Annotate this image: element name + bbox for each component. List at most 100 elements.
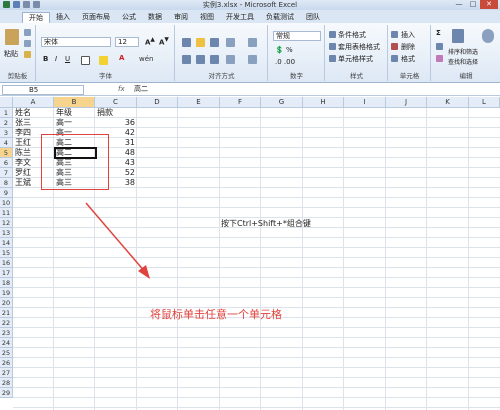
align-right-icon[interactable] <box>210 55 219 64</box>
copy-icon[interactable] <box>24 40 31 47</box>
tab-page-layout[interactable]: 页面布局 <box>76 12 116 23</box>
cell-a8[interactable]: 王斌 <box>15 178 31 188</box>
conditional-format-button[interactable]: 条件格式 <box>338 30 366 40</box>
cell-c2[interactable]: 36 <box>95 118 135 128</box>
orientation-icon[interactable] <box>226 38 235 47</box>
paste-icon[interactable] <box>5 29 19 45</box>
close-button[interactable]: ✕ <box>480 0 498 9</box>
row-header[interactable]: 5 <box>0 148 13 158</box>
row-header[interactable]: 19 <box>0 288 13 298</box>
cell-style-button[interactable]: 单元格样式 <box>338 54 373 64</box>
name-box[interactable]: B5 <box>2 85 84 95</box>
row-header[interactable]: 25 <box>0 348 13 358</box>
cell-a3[interactable]: 李四 <box>15 128 31 138</box>
row-header[interactable]: 2 <box>0 118 13 128</box>
insert-function-button[interactable]: fx <box>118 85 125 93</box>
column-header-l[interactable]: L <box>469 97 500 108</box>
tab-review[interactable]: 审阅 <box>168 12 194 23</box>
fill-icon[interactable] <box>436 43 443 50</box>
row-header[interactable]: 16 <box>0 258 13 268</box>
format-painter-icon[interactable] <box>24 51 31 58</box>
row-header[interactable]: 24 <box>0 338 13 348</box>
column-header-k[interactable]: K <box>427 97 469 108</box>
align-top-icon[interactable] <box>182 38 191 47</box>
number-format-select[interactable]: 常规 <box>273 31 321 41</box>
indent-decrease-icon[interactable] <box>226 55 235 64</box>
row-header[interactable]: 14 <box>0 238 13 248</box>
wrap-text-icon[interactable] <box>248 38 257 47</box>
row-header[interactable]: 27 <box>0 368 13 378</box>
row-header[interactable]: 22 <box>0 318 13 328</box>
italic-button[interactable]: I <box>55 55 57 63</box>
tab-insert[interactable]: 插入 <box>50 12 76 23</box>
cell-b2[interactable]: 高一 <box>56 118 72 128</box>
tab-home[interactable]: 开始 <box>22 12 50 23</box>
tab-team[interactable]: 团队 <box>300 12 326 23</box>
align-middle-icon[interactable] <box>196 38 205 47</box>
fill-color-icon[interactable] <box>99 56 108 65</box>
currency-icon[interactable]: 💲 % <box>275 46 293 54</box>
table-format-button[interactable]: 套用表格格式 <box>338 42 380 52</box>
row-header[interactable]: 23 <box>0 328 13 338</box>
row-header[interactable]: 6 <box>0 158 13 168</box>
row-header[interactable]: 4 <box>0 138 13 148</box>
row-header[interactable]: 20 <box>0 298 13 308</box>
phonetic-icon[interactable]: wén <box>139 55 153 63</box>
spreadsheet-grid[interactable]: A B C D E F G H I J K L 1 2 3 4 5 6 7 8 9 10 11 12 1… <box>0 97 500 410</box>
merge-cells-icon[interactable] <box>248 55 257 64</box>
cell-c1[interactable]: 捐款 <box>97 108 113 118</box>
shrink-font-icon[interactable]: A▼ <box>159 37 169 46</box>
formula-input[interactable]: 高二 <box>134 85 148 94</box>
cell-a7[interactable]: 罗红 <box>15 168 31 178</box>
column-header-d[interactable]: D <box>137 97 178 108</box>
border-icon[interactable] <box>81 56 90 65</box>
find-select-icon[interactable] <box>482 29 494 43</box>
row-header[interactable]: 12 <box>0 218 13 228</box>
format-button[interactable]: 格式 <box>401 54 415 64</box>
font-name-select[interactable]: 宋体 <box>41 37 111 47</box>
row-header[interactable]: 10 <box>0 198 13 208</box>
row-header[interactable]: 26 <box>0 358 13 368</box>
cell-a5[interactable]: 陈兰 <box>15 148 31 158</box>
autosum-icon[interactable]: Σ <box>436 29 441 37</box>
cell-a2[interactable]: 张三 <box>15 118 31 128</box>
row-header[interactable]: 1 <box>0 108 13 118</box>
underline-button[interactable]: U <box>65 55 70 63</box>
cut-icon[interactable] <box>24 29 31 36</box>
sort-filter-icon[interactable] <box>452 29 464 43</box>
row-header[interactable]: 18 <box>0 278 13 288</box>
row-header[interactable]: 7 <box>0 168 13 178</box>
column-header-h[interactable]: H <box>303 97 344 108</box>
delete-button[interactable]: 删除 <box>401 42 415 52</box>
column-header-b[interactable]: B <box>54 97 95 108</box>
cell-a4[interactable]: 王红 <box>15 138 31 148</box>
tab-formulas[interactable]: 公式 <box>116 12 142 23</box>
row-header[interactable]: 11 <box>0 208 13 218</box>
column-header-i[interactable]: I <box>344 97 386 108</box>
column-header-e[interactable]: E <box>178 97 220 108</box>
cell-a1[interactable]: 姓名 <box>15 108 31 118</box>
row-header[interactable]: 21 <box>0 308 13 318</box>
tab-view[interactable]: 视图 <box>194 12 220 23</box>
bold-button[interactable]: B <box>43 55 48 63</box>
row-header[interactable]: 8 <box>0 178 13 188</box>
column-header-f[interactable]: F <box>220 97 261 108</box>
font-color-icon[interactable]: A <box>119 54 124 62</box>
grow-font-icon[interactable]: A▲ <box>145 37 155 46</box>
row-header[interactable]: 29 <box>0 388 13 398</box>
select-all-corner[interactable] <box>0 97 13 108</box>
sort-filter-button[interactable]: 排序和筛选 <box>448 47 478 56</box>
clear-icon[interactable] <box>436 55 443 62</box>
row-header[interactable]: 15 <box>0 248 13 258</box>
tab-load-test[interactable]: 负载测试 <box>260 12 300 23</box>
insert-button[interactable]: 插入 <box>401 30 415 40</box>
align-bottom-icon[interactable] <box>210 38 219 47</box>
tab-data[interactable]: 数据 <box>142 12 168 23</box>
align-center-icon[interactable] <box>196 55 205 64</box>
maximize-button[interactable]: □ <box>466 0 480 9</box>
row-header[interactable]: 3 <box>0 128 13 138</box>
column-header-a[interactable]: A <box>13 97 54 108</box>
row-header[interactable]: 9 <box>0 188 13 198</box>
align-left-icon[interactable] <box>182 55 191 64</box>
cell-b1[interactable]: 年级 <box>56 108 72 118</box>
